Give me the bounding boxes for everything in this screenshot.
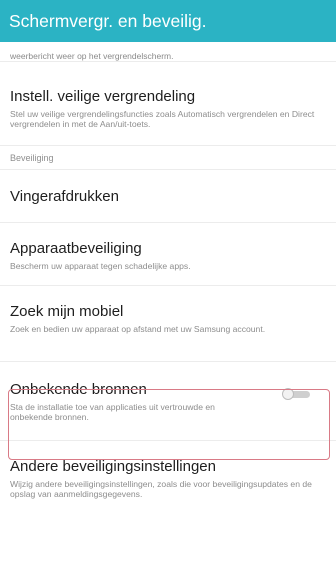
toggle-knob bbox=[282, 388, 294, 400]
list-item-fingerprints[interactable]: Vingerafdrukken bbox=[0, 170, 336, 223]
unknown-sources-toggle[interactable] bbox=[282, 388, 310, 400]
item-title: Onbekende bronnen bbox=[10, 381, 147, 398]
page-title: Schermvergr. en beveilig. bbox=[9, 10, 207, 31]
list-item-other-security[interactable]: Andere beveiligingsinstellingen Wijzig a… bbox=[0, 441, 336, 529]
item-title: Vingerafdrukken bbox=[10, 188, 119, 205]
item-desc: Zoek en bedien uw apparaat op afstand me… bbox=[10, 324, 266, 334]
item-title: Zoek mijn mobiel bbox=[10, 303, 124, 320]
item-title: Andere beveiligingsinstellingen bbox=[10, 458, 216, 475]
item-desc: Sta de installatie toe van applicaties u… bbox=[10, 402, 215, 422]
section-header-security: Beveiliging bbox=[0, 146, 336, 170]
list-item-unknown-sources[interactable]: Onbekende bronnen Sta de installatie toe… bbox=[0, 362, 336, 441]
partial-item-desc: weerbericht weer op het vergrendelscherm… bbox=[0, 42, 336, 62]
list-item-secure-lock[interactable]: Instell. veilige vergrendeling Stel uw v… bbox=[0, 62, 336, 146]
item-desc: Stel uw veilige vergrendelingsfuncties z… bbox=[10, 109, 315, 129]
list-item-find-my-mobile[interactable]: Zoek mijn mobiel Zoek en bedien uw appar… bbox=[0, 286, 336, 362]
app-bar: Schermvergr. en beveilig. bbox=[0, 0, 336, 42]
item-title: Apparaatbeveiliging bbox=[10, 240, 142, 257]
list-item-device-security[interactable]: Apparaatbeveiliging Bescherm uw apparaat… bbox=[0, 223, 336, 286]
item-desc: Wijzig andere beveiligingsinstellingen, … bbox=[10, 479, 312, 499]
item-desc: Bescherm uw apparaat tegen schadelijke a… bbox=[10, 261, 191, 271]
settings-list: weerbericht weer op het vergrendelscherm… bbox=[0, 42, 336, 529]
item-title: Instell. veilige vergrendeling bbox=[10, 88, 196, 105]
